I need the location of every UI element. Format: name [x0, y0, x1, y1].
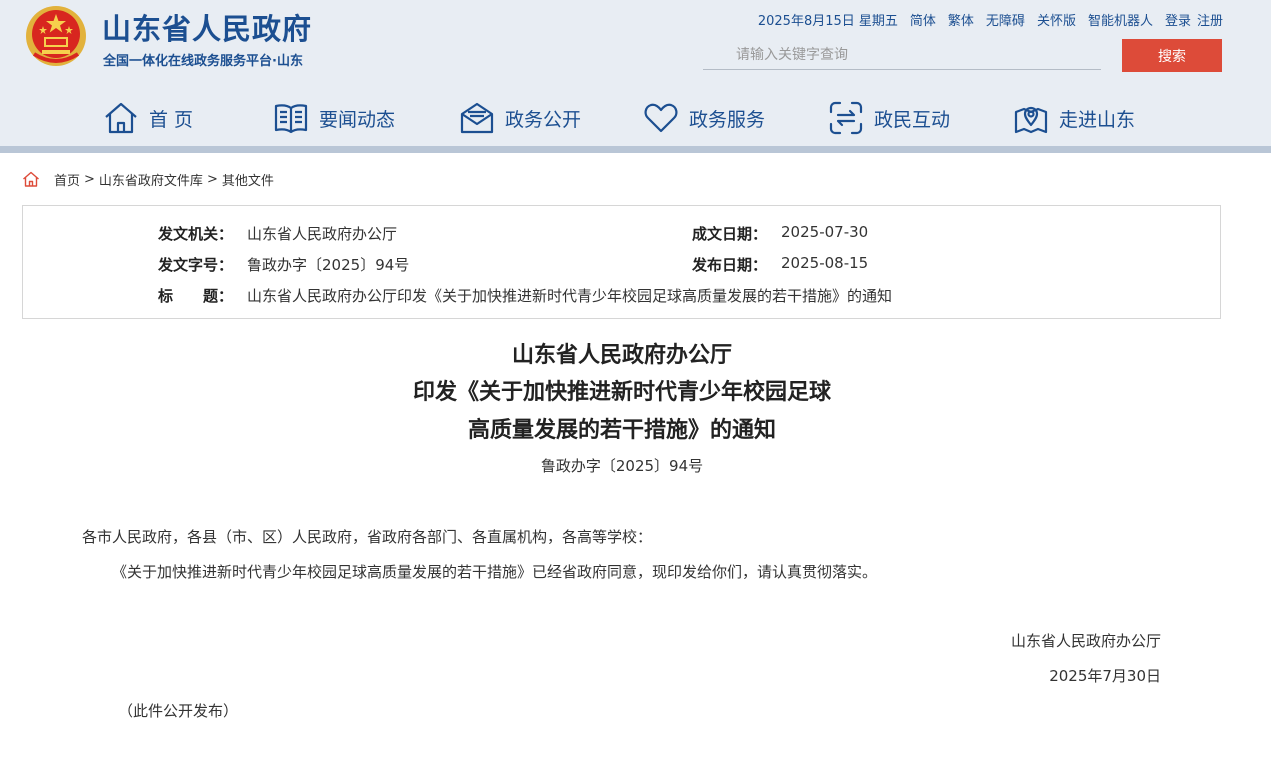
search-button[interactable]: 搜索: [1122, 39, 1222, 72]
title-row: 标 题： 山东省人民政府办公厅印发《关于加快推进新时代青少年校园足球高质量发展的…: [158, 285, 892, 306]
login-link[interactable]: 登录: [1165, 10, 1191, 29]
recipients: 各市人民政府，各县（市、区）人民政府，省政府各部门、各直属机构，各高等学校：: [82, 528, 653, 546]
header-divider: [0, 146, 1271, 153]
mail-icon: [460, 102, 494, 134]
doc-no-row: 发文字号： 鲁政办字〔2025〕94号: [158, 254, 409, 275]
issuer-row: 发文机关： 山东省人民政府办公厅: [158, 223, 397, 244]
document-info-box: 发文机关： 山东省人民政府办公厅 成文日期： 2025-07-30 发文字号： …: [22, 205, 1221, 319]
breadcrumb-home[interactable]: 首页: [54, 170, 80, 189]
breadcrumb-separator: >: [206, 171, 218, 187]
nav-item-news[interactable]: 要闻动态: [273, 96, 395, 140]
site-title[interactable]: 山东省人民政府: [102, 6, 312, 48]
link-accessibility[interactable]: 无障碍: [986, 10, 1025, 29]
created-label: 成文日期：: [692, 225, 768, 243]
interact-icon: [829, 101, 863, 135]
issuer-value: 山东省人民政府办公厅: [247, 225, 398, 243]
register-link[interactable]: 注册: [1197, 10, 1223, 29]
published-label: 发布日期：: [692, 256, 768, 274]
title-label: 标 题：: [158, 287, 234, 305]
nav-item-services[interactable]: 政务服务: [643, 96, 765, 140]
national-emblem-icon[interactable]: [24, 4, 88, 68]
doc-title-line-3: 高质量发展的若干措施》的通知: [467, 418, 776, 443]
body-paragraph: 《关于加快推进新时代青少年校园足球高质量发展的若干措施》已经省政府同意，现印发给…: [112, 563, 878, 581]
created-value: 2025-07-30: [781, 223, 869, 241]
nav-label: 政务服务: [689, 108, 766, 131]
doc-no-label: 发文字号：: [158, 256, 234, 274]
signature-date: 2025年7月30日: [1049, 667, 1161, 685]
site-header: 山东省人民政府 全国一体化在线政务服务平台·山东 2025年8月15日 星期五 …: [0, 0, 1271, 146]
published-value: 2025-08-15: [781, 254, 869, 272]
doc-no-value: 鲁政办字〔2025〕94号: [247, 256, 410, 274]
login-group: 登录 注册: [1165, 10, 1223, 29]
home-icon: [105, 102, 137, 134]
breadcrumb-other[interactable]: 其他文件: [222, 170, 274, 189]
nav-item-interaction[interactable]: 政民互动: [828, 96, 950, 140]
publication-note: （此件公开发布）: [118, 702, 239, 720]
nav-label: 走进山东: [1059, 108, 1136, 131]
nav-label: 要闻动态: [319, 108, 396, 131]
breadcrumb: 首页 > 山东省政府文件库 > 其他文件: [22, 170, 274, 189]
title-value: 山东省人民政府办公厅印发《关于加快推进新时代青少年校园足球高质量发展的若干措施》…: [247, 287, 893, 305]
breadcrumb-library[interactable]: 山东省政府文件库: [99, 170, 203, 189]
nav-item-home[interactable]: 首 页: [103, 96, 193, 140]
current-date: 2025年8月15日 星期五: [757, 14, 898, 29]
breadcrumb-separator: >: [84, 171, 95, 187]
link-robot[interactable]: 智能机器人: [1088, 10, 1153, 29]
issuer-label: 发文机关：: [158, 225, 234, 243]
link-care-mode[interactable]: 关怀版: [1037, 10, 1076, 29]
doc-number: 鲁政办字〔2025〕94号: [540, 457, 704, 475]
nav-label: 政民互动: [874, 108, 951, 131]
signature: 山东省人民政府办公厅: [1010, 632, 1161, 650]
published-row: 发布日期： 2025-08-15: [692, 254, 868, 275]
top-links: 2025年8月15日 星期五 简体 繁体 无障碍 关怀版 智能机器人 登录 注册: [758, 10, 1223, 29]
link-simplified[interactable]: 简体: [910, 10, 936, 29]
home-icon[interactable]: [22, 170, 40, 188]
site-subtitle[interactable]: 全国一体化在线政务服务平台·山东: [103, 50, 303, 69]
search-input[interactable]: [703, 40, 1101, 70]
nav-label: 政务公开: [505, 108, 582, 131]
nav-item-shandong[interactable]: 走进山东: [1013, 96, 1135, 140]
main-nav: 首 页 要闻动态 政务公开 政务服务 政民互动 走进山东: [0, 96, 1271, 140]
nav-item-gov-affairs[interactable]: 政务公开: [459, 96, 581, 140]
nav-label: 首 页: [149, 108, 194, 131]
created-row: 成文日期： 2025-07-30: [692, 223, 868, 244]
link-traditional[interactable]: 繁体: [948, 10, 974, 29]
location-icon: [1014, 106, 1048, 134]
heart-icon: [644, 103, 678, 133]
book-icon: [274, 104, 308, 134]
doc-title-line-2: 印发《关于加快推进新时代青少年校园足球: [412, 380, 831, 405]
doc-title-line-1: 山东省人民政府办公厅: [511, 343, 732, 368]
